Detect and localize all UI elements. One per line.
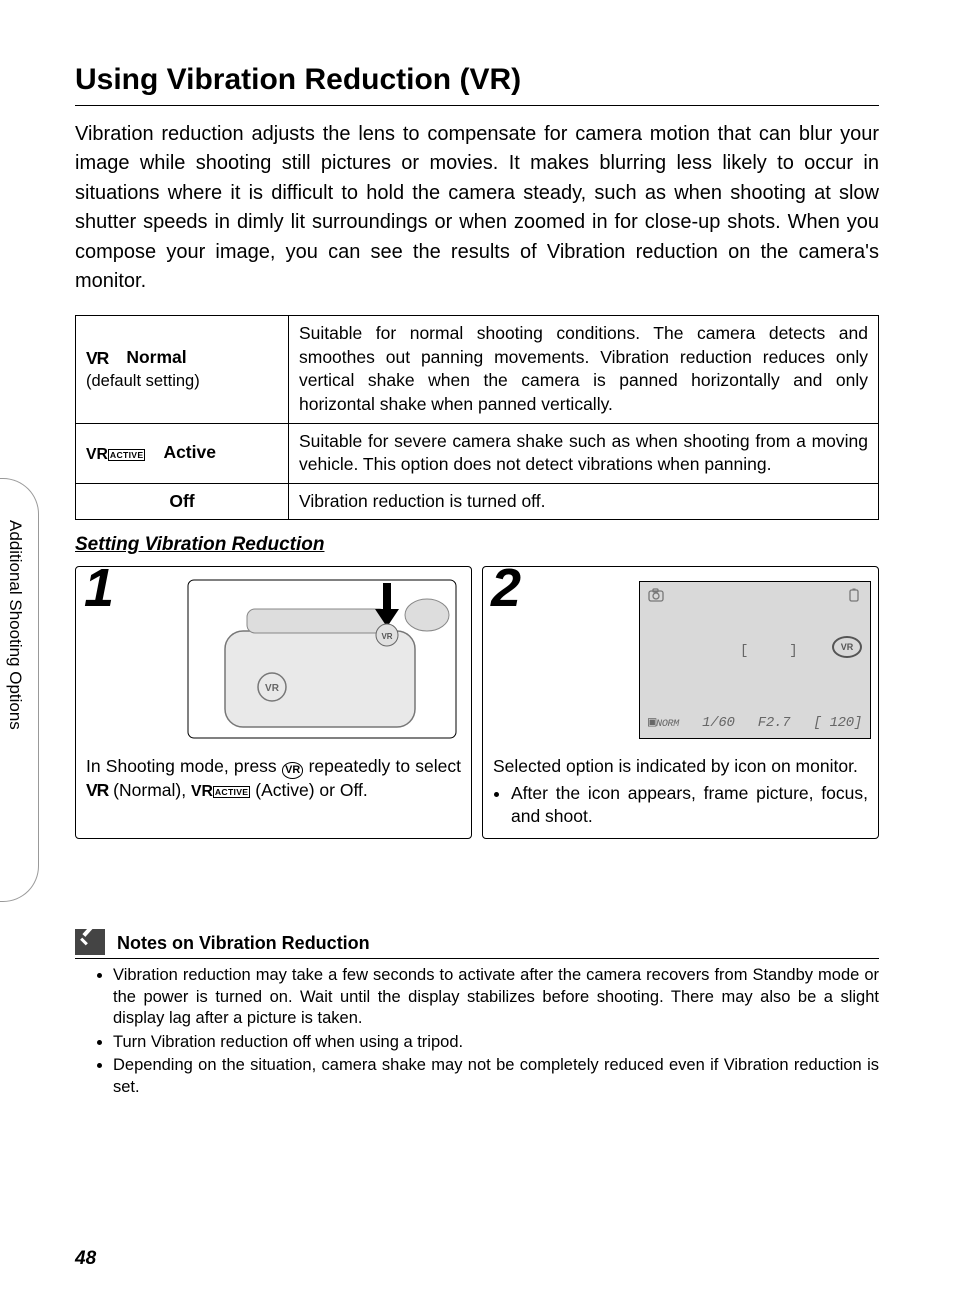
mode-description: Suitable for normal shooting conditions.…	[289, 316, 879, 424]
focus-brackets-icon: [ ]	[740, 642, 806, 660]
aperture: F2.7	[758, 714, 790, 732]
steps-row: 1 VR VR In Shooting mod	[75, 566, 879, 839]
notes-heading: Notes on Vibration Reduction	[117, 931, 370, 955]
vr-active-icon: VRACTIVE	[86, 446, 145, 463]
setting-subheading: Setting Vibration Reduction	[75, 532, 879, 558]
step2-bullet: After the icon appears, frame picture, f…	[511, 782, 868, 828]
vr-icon: VR	[86, 780, 108, 800]
side-section-label: Additional Shooting Options	[3, 520, 26, 730]
step-2: 2 [ ] VR ▣NORM 1/60 F2.7 [ 120]	[482, 566, 879, 839]
mode-description: Suitable for severe camera shake such as…	[289, 423, 879, 483]
page-number: 48	[75, 1246, 96, 1272]
vr-modes-table: VR Normal (default setting) Suitable for …	[75, 315, 879, 520]
shots-remaining: [ 120]	[813, 714, 862, 732]
mode-sublabel: (default setting)	[86, 370, 278, 392]
mode-description: Vibration reduction is turned off.	[289, 483, 879, 520]
vr-indicator-icon: VR	[832, 636, 862, 658]
list-item: Vibration reduction may take a few secon…	[113, 965, 879, 1029]
vr-button-icon: VR	[282, 762, 304, 779]
list-item: Turn Vibration reduction off when using …	[113, 1032, 879, 1053]
monitor-preview: [ ] VR ▣NORM 1/60 F2.7 [ 120]	[639, 581, 871, 739]
camera-mode-icon	[648, 588, 664, 608]
notes-list: Vibration reduction may take a few secon…	[75, 965, 879, 1098]
step-1: 1 VR VR In Shooting mod	[75, 566, 472, 839]
svg-text:VR: VR	[381, 632, 392, 641]
mode-label-cell: VR Normal (default setting)	[76, 316, 289, 424]
step1-text: In Shooting mode, press VR repeatedly to…	[86, 755, 461, 802]
battery-icon	[848, 588, 862, 608]
mode-label-cell: Off	[76, 483, 289, 520]
svg-text:VR: VR	[265, 683, 280, 694]
table-row: VRACTIVE Active Suitable for severe camer…	[76, 423, 879, 483]
notes-section: Notes on Vibration Reduction Vibration r…	[75, 929, 879, 1098]
vr-active-icon: VRACTIVE	[191, 783, 250, 800]
check-icon	[75, 929, 105, 955]
table-row: VR Normal (default setting) Suitable for …	[76, 316, 879, 424]
mode-name: Active	[163, 442, 216, 462]
table-row: Off Vibration reduction is turned off.	[76, 483, 879, 520]
page-title: Using Vibration Reduction (VR)	[75, 60, 879, 106]
mode-name: Normal	[126, 347, 186, 367]
vr-icon: VR	[86, 348, 108, 368]
monitor-status-bar: ▣NORM 1/60 F2.7 [ 120]	[648, 714, 862, 732]
intro-paragraph: Vibration reduction adjusts the lens to …	[75, 120, 879, 298]
mode-label-cell: VRACTIVE Active	[76, 423, 289, 483]
mode-name: Off	[169, 491, 194, 511]
camera-illustration: VR VR	[187, 579, 457, 739]
shutter-speed: 1/60	[702, 714, 734, 732]
image-quality-icon: ▣NORM	[648, 714, 679, 732]
list-item: Depending on the situation, camera shake…	[113, 1055, 879, 1098]
step2-text: Selected option is indicated by icon on …	[493, 755, 868, 828]
